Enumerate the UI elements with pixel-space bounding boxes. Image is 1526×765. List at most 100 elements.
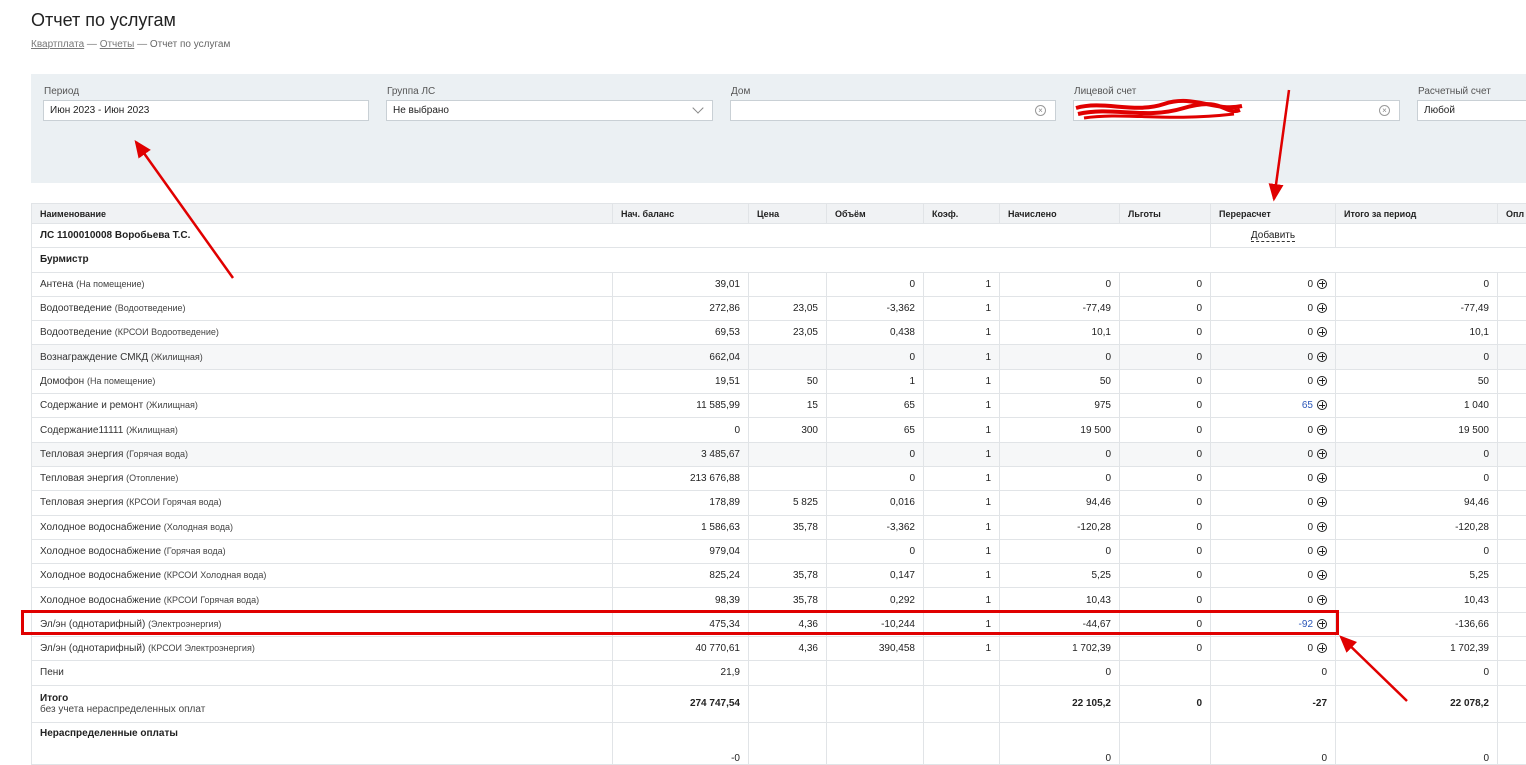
price: 15 xyxy=(749,394,827,418)
price xyxy=(749,466,827,490)
table-row: Тепловая энергия (Горячая вода)3 485,670… xyxy=(32,442,1526,466)
service-name-text: Эл/эн (однотарифный) xyxy=(40,643,145,654)
breadcrumb-link-kvartplata[interactable]: Квартплата xyxy=(31,39,84,50)
col-header-privileges[interactable]: Льготы xyxy=(1120,204,1211,224)
table-row: Водоотведение (Водоотведение)272,8623,05… xyxy=(32,296,1526,320)
start-balance: 0 xyxy=(613,418,749,442)
account-input[interactable]: × xyxy=(1073,100,1400,121)
service-category: (На помещение) xyxy=(76,279,144,289)
period-total: 1 702,39 xyxy=(1336,637,1498,661)
recalc-cell: 0 xyxy=(1211,442,1336,466)
service-name: Холодное водоснабжение (КРСОИ Горячая во… xyxy=(32,588,613,612)
service-name: Тепловая энергия (Отопление) xyxy=(32,466,613,490)
clear-icon[interactable]: × xyxy=(1035,105,1046,116)
coef: 1 xyxy=(924,321,1000,345)
col-header-paid[interactable]: Опл xyxy=(1498,204,1526,224)
settlement-select[interactable]: Любой xyxy=(1417,100,1526,121)
plus-circle-icon[interactable] xyxy=(1317,546,1327,556)
col-header-volume[interactable]: Объём xyxy=(827,204,924,224)
volume: -3,362 xyxy=(827,296,924,320)
coef: 1 xyxy=(924,515,1000,539)
service-name: Содержание и ремонт (Жилищная) xyxy=(32,394,613,418)
recalc-cell: 0 xyxy=(1211,539,1336,563)
service-name: Водоотведение (Водоотведение) xyxy=(32,296,613,320)
accrued: 0 xyxy=(1000,466,1120,490)
filter-account-label: Лицевой счет xyxy=(1074,86,1400,97)
chevron-down-icon[interactable] xyxy=(692,102,703,113)
plus-circle-icon[interactable] xyxy=(1317,570,1327,580)
volume: 0 xyxy=(827,442,924,466)
recalc-cell: 0 xyxy=(1211,466,1336,490)
plus-circle-icon[interactable] xyxy=(1317,595,1327,605)
col-header-price[interactable]: Цена xyxy=(749,204,827,224)
group-select[interactable]: Не выбрано xyxy=(386,100,713,121)
table-row: Тепловая энергия (Отопление)213 676,8801… xyxy=(32,466,1526,490)
plus-circle-icon[interactable] xyxy=(1317,327,1327,337)
table-row: Пени 21,9000 xyxy=(32,661,1526,685)
volume xyxy=(827,661,924,685)
recalc-value[interactable]: -92 xyxy=(1299,619,1313,630)
service-category: (Холодная вода) xyxy=(164,522,233,532)
period-total: 0 xyxy=(1336,539,1498,563)
period-total: 10,43 xyxy=(1336,588,1498,612)
period-input[interactable]: Июн 2023 - Июн 2023 xyxy=(43,100,369,121)
clear-icon[interactable]: × xyxy=(1379,105,1390,116)
page-title: Отчет по услугам xyxy=(31,10,176,31)
price: 50 xyxy=(749,369,827,393)
col-header-accrued[interactable]: Начислено xyxy=(1000,204,1120,224)
service-category: (Горячая вода) xyxy=(164,546,226,556)
plus-circle-icon[interactable] xyxy=(1317,303,1327,313)
total-title: Итого xyxy=(40,693,604,704)
plus-circle-icon[interactable] xyxy=(1317,352,1327,362)
service-name-text: Домофон xyxy=(40,376,84,387)
period-total: 0 xyxy=(1336,345,1498,369)
plus-circle-icon[interactable] xyxy=(1317,279,1327,289)
accrued: 1 702,39 xyxy=(1000,637,1120,661)
price: 4,36 xyxy=(749,637,827,661)
add-recalc-link[interactable]: Добавить xyxy=(1251,230,1295,242)
plus-circle-icon[interactable] xyxy=(1317,643,1327,653)
unallocated-total: 0 xyxy=(1336,722,1498,764)
plus-circle-icon[interactable] xyxy=(1317,522,1327,532)
filter-settlement-label: Расчетный счет xyxy=(1418,86,1526,97)
account-name: ЛС 1100010008 Воробьева Т.С. xyxy=(32,224,1211,248)
privileges: 0 xyxy=(1120,539,1211,563)
house-input[interactable]: × xyxy=(730,100,1056,121)
coef: 1 xyxy=(924,418,1000,442)
col-header-recalc[interactable]: Перерасчет xyxy=(1211,204,1336,224)
plus-circle-icon[interactable] xyxy=(1317,449,1327,459)
service-name: Эл/эн (однотарифный) (Электроэнергия) xyxy=(32,612,613,636)
price: 5 825 xyxy=(749,491,827,515)
plus-circle-icon[interactable] xyxy=(1317,619,1327,629)
volume: 65 xyxy=(827,394,924,418)
col-header-period-total[interactable]: Итого за период xyxy=(1336,204,1498,224)
plus-circle-icon[interactable] xyxy=(1317,400,1327,410)
service-category: (Отопление) xyxy=(126,473,178,483)
recalc-value: 0 xyxy=(1307,352,1313,363)
privileges: 0 xyxy=(1120,466,1211,490)
table-row: Вознаграждение СМКД (Жилищная)662,040100… xyxy=(32,345,1526,369)
volume: 0,016 xyxy=(827,491,924,515)
breadcrumb-link-reports[interactable]: Отчеты xyxy=(100,39,135,50)
period-total: 94,46 xyxy=(1336,491,1498,515)
recalc-value: 0 xyxy=(1307,595,1313,606)
paid xyxy=(1498,588,1526,612)
service-name: Водоотведение (КРСОИ Водоотведение) xyxy=(32,321,613,345)
plus-circle-icon[interactable] xyxy=(1317,376,1327,386)
volume: 390,458 xyxy=(827,637,924,661)
table-row: Эл/эн (однотарифный) (Электроэнергия)475… xyxy=(32,612,1526,636)
empty-cell xyxy=(749,722,827,764)
recalc-value[interactable]: 65 xyxy=(1302,400,1313,411)
plus-circle-icon[interactable] xyxy=(1317,497,1327,507)
period-total: 5,25 xyxy=(1336,564,1498,588)
add-recalc-cell: Добавить xyxy=(1211,224,1336,248)
col-header-coef[interactable]: Коэф. xyxy=(924,204,1000,224)
plus-circle-icon[interactable] xyxy=(1317,473,1327,483)
plus-circle-icon[interactable] xyxy=(1317,425,1327,435)
recalc-value: 0 xyxy=(1307,279,1313,290)
col-header-name[interactable]: Наименование xyxy=(32,204,613,224)
col-header-start-balance[interactable]: Нач. баланс xyxy=(613,204,749,224)
table-row: Холодное водоснабжение (Холодная вода)1 … xyxy=(32,515,1526,539)
recalc-cell: 0 xyxy=(1211,491,1336,515)
paid xyxy=(1498,515,1526,539)
